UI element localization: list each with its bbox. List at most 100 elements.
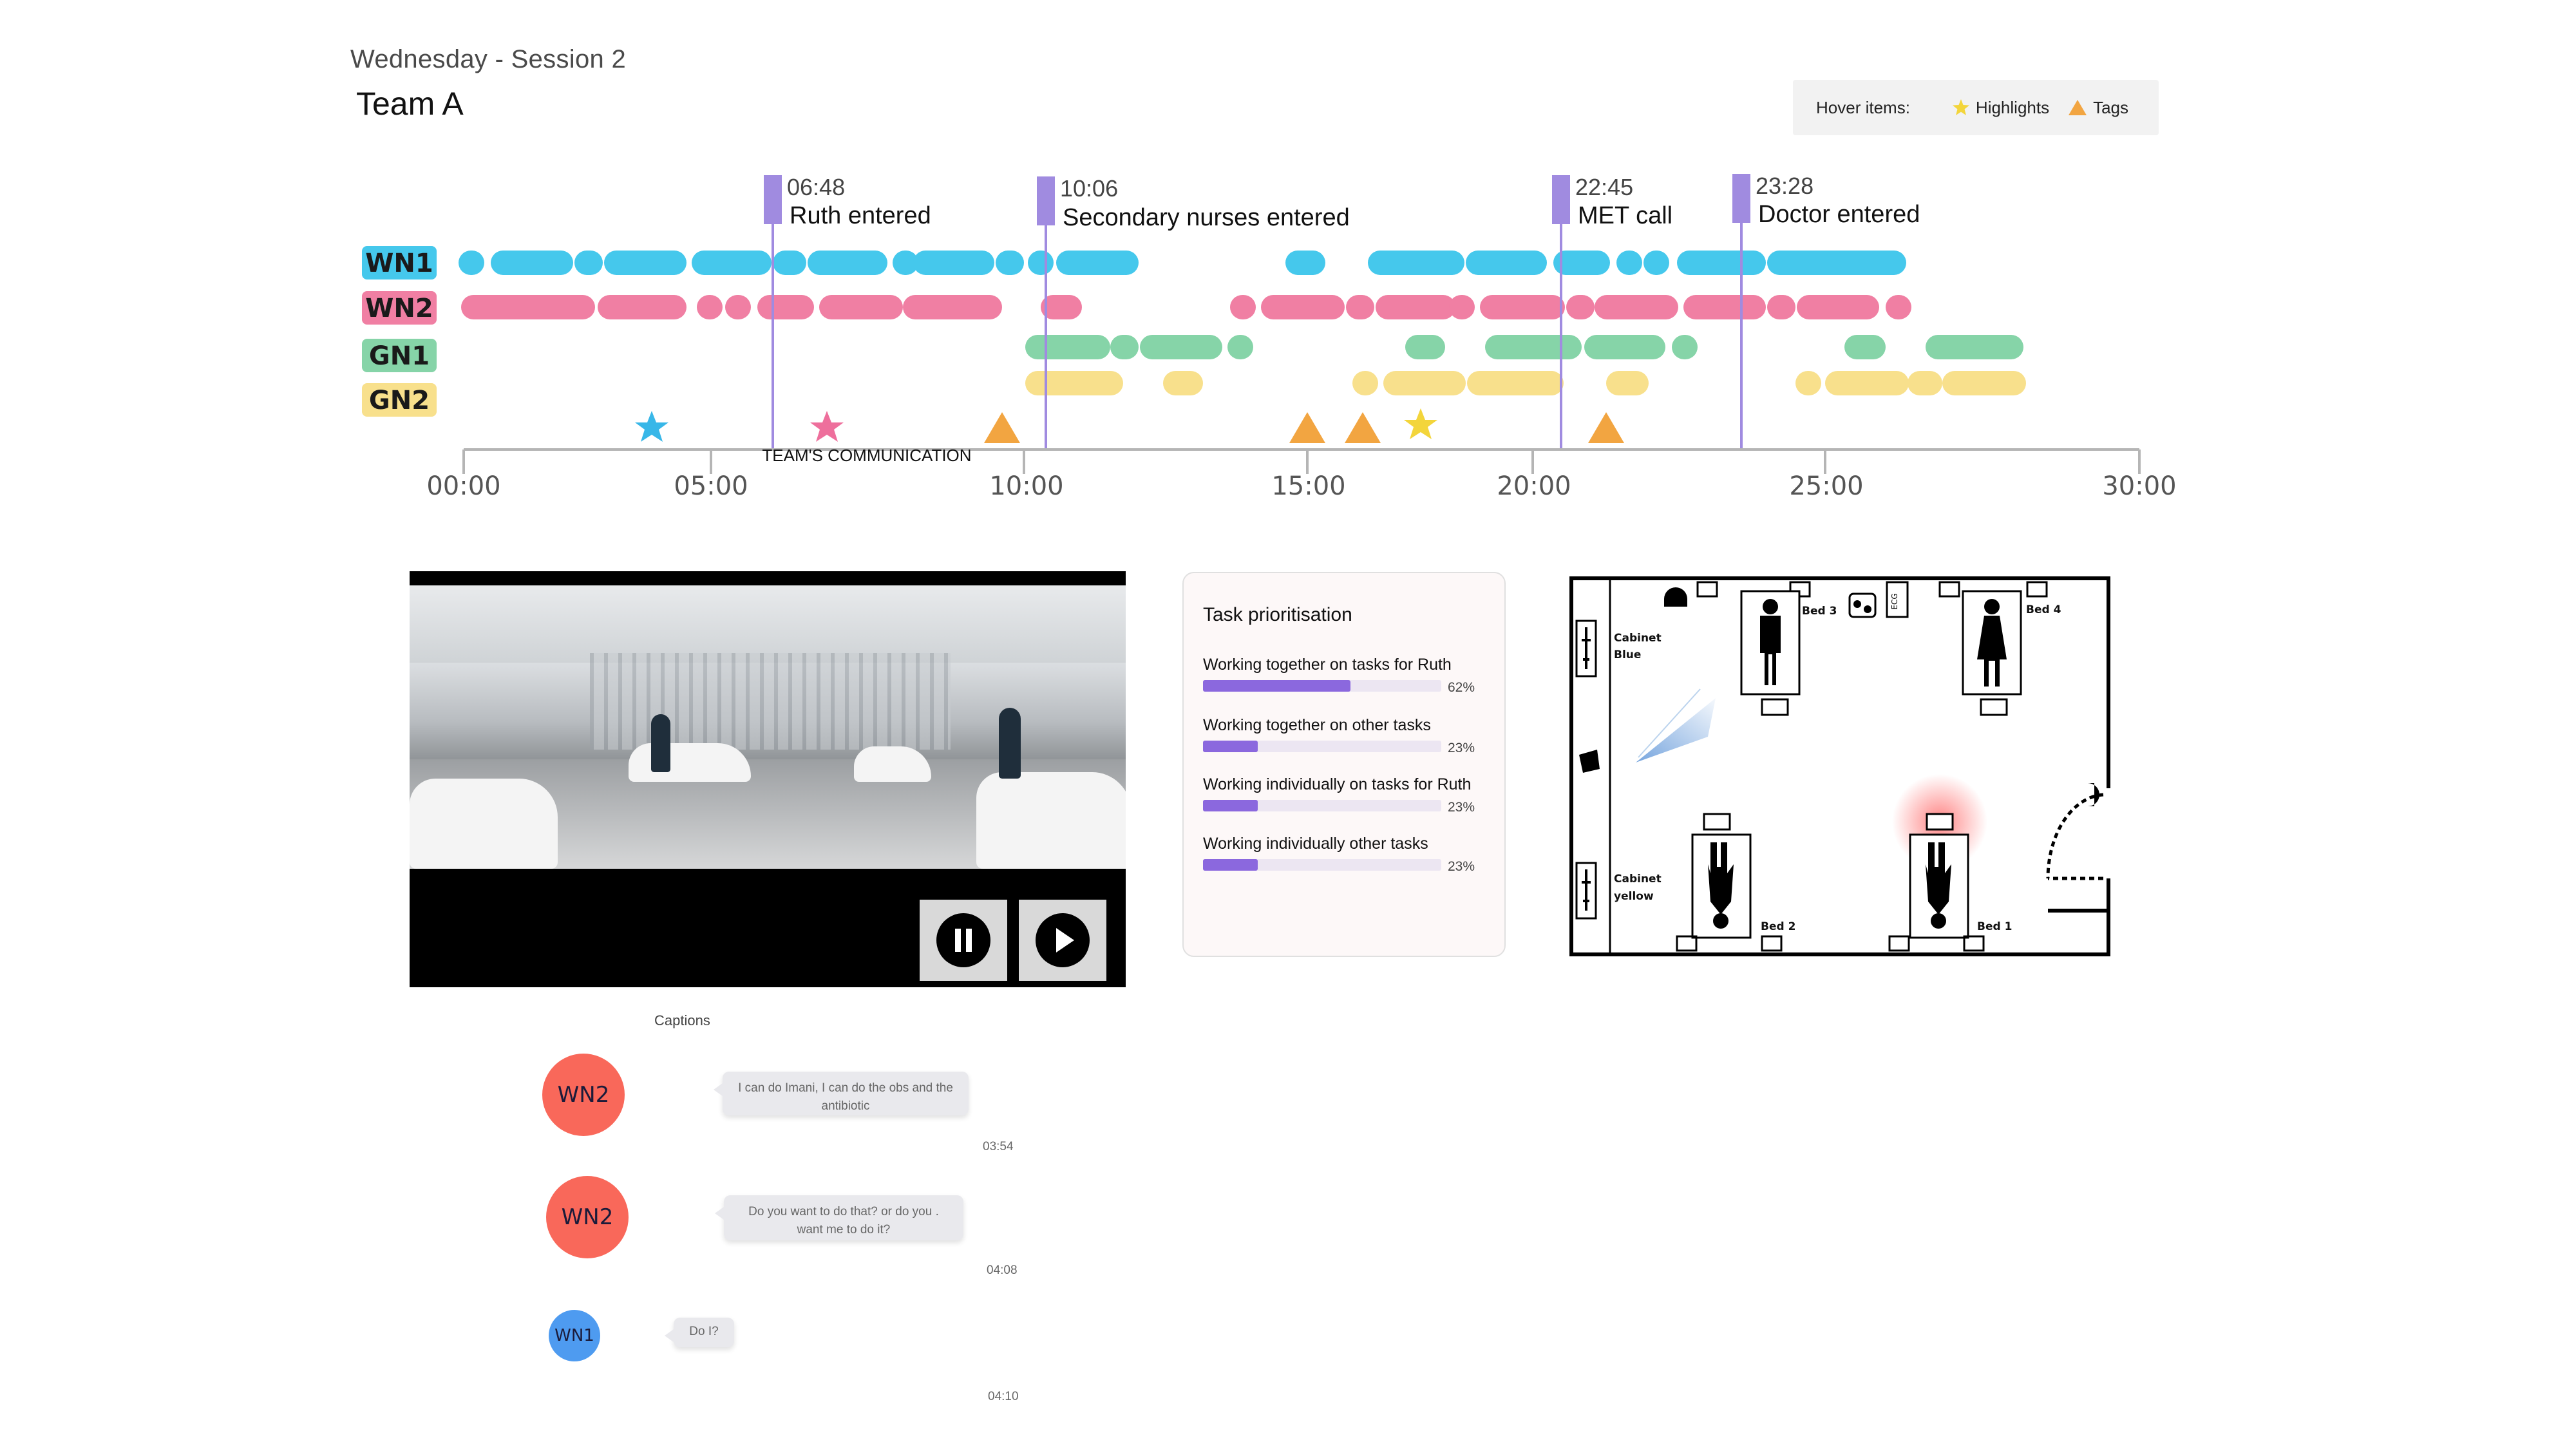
task-percent: 62%: [1448, 680, 1475, 695]
tag-triangle-icon[interactable]: [1345, 412, 1381, 443]
gn1-segment: [1672, 335, 1698, 359]
caption-bubble: Do I?: [665, 1318, 734, 1347]
cabinet-blue-label: Cabinet: [1614, 632, 1662, 645]
caption-timestamp: 03:54: [983, 1140, 1014, 1153]
gn2-segment: [1908, 371, 1942, 395]
wn2-segment: [1683, 295, 1766, 319]
gn1-segment: [1025, 335, 1110, 359]
wn1-segment: [604, 251, 687, 275]
task-progress-bar: [1203, 680, 1441, 692]
wn1-segment: [1285, 251, 1325, 275]
wn1-segment: [692, 251, 772, 275]
wn2-segment: [1449, 295, 1475, 319]
wn1-segment: [913, 251, 994, 275]
role-badge-gn1: GN1: [362, 339, 437, 372]
card-title: Task prioritisation: [1203, 604, 1352, 625]
communication-timeline: WN1 WN2 GN1 GN2 06:48 Ruth entered 10:06…: [362, 173, 2177, 501]
task-prioritisation-card: Task prioritisation Working together on …: [1182, 572, 1506, 957]
highlight-star-icon[interactable]: [810, 411, 844, 442]
task-progress-fill: [1203, 680, 1351, 692]
event-time: 23:28: [1756, 173, 1814, 199]
wn2-segment: [1376, 295, 1455, 319]
task-item: Working together on tasks for Ruth 62%: [1203, 656, 1486, 695]
highlight-star-icon[interactable]: [1404, 408, 1437, 439]
gn2-segment: [1352, 371, 1378, 395]
tick-label: 15:00: [1271, 471, 1345, 501]
wn2-segment: [1480, 295, 1565, 319]
task-label: Working individually on tasks for Ruth: [1203, 775, 1472, 793]
role-label-gn2: GN2: [369, 386, 430, 415]
task-progress-fill: [1203, 741, 1258, 752]
wn1-segment: [773, 251, 806, 275]
tag-triangle-icon[interactable]: [1289, 412, 1325, 443]
gn2-segment: [1467, 371, 1564, 395]
task-progress-bar: [1203, 741, 1441, 752]
wn2-segment: [697, 295, 723, 319]
wn1-segment: [574, 251, 603, 275]
task-percent: 23%: [1448, 800, 1475, 815]
role-badge-wn1: WN1: [362, 246, 437, 279]
bed-1-label: Bed 1: [1977, 920, 2012, 933]
wn2-segment: [1767, 295, 1795, 319]
bed-4-label: Bed 4: [2026, 603, 2061, 616]
wn1-segment: [1466, 251, 1547, 275]
ecg-label: ECG: [1890, 593, 1899, 609]
wn2-segment: [1261, 295, 1345, 319]
wn1-segment: [1767, 251, 1906, 275]
speaker-avatar: WN2: [542, 1054, 625, 1136]
wn1-segment: [491, 251, 573, 275]
wn1-segment: [459, 251, 484, 275]
tag-triangle-icon[interactable]: [984, 412, 1020, 443]
wn1-segment: [1368, 251, 1464, 275]
video-frame: [410, 585, 1126, 869]
play-button[interactable]: [1019, 900, 1106, 981]
task-progress-fill: [1203, 859, 1258, 871]
gn2-segment: [1942, 371, 2026, 395]
pause-icon: [936, 913, 990, 967]
gn1-segment: [1926, 335, 2023, 359]
axis-caption: TEAM'S COMMUNICATION: [762, 446, 971, 465]
wn2-segment: [903, 295, 1002, 319]
tick-label: 30:00: [2102, 471, 2176, 501]
highlight-star-icon[interactable]: [635, 411, 668, 442]
wn2-segment: [725, 295, 751, 319]
task-percent: 23%: [1448, 741, 1475, 755]
wn1-segment: [1616, 251, 1642, 275]
caption-timestamp: 04:08: [987, 1264, 1018, 1277]
task-progress-bar: [1203, 859, 1441, 871]
gn1-segment: [1485, 335, 1582, 359]
wn2-segment: [1886, 295, 1911, 319]
tick-label: 05:00: [674, 471, 748, 501]
cabinet-yellow-sub: yellow: [1614, 890, 1654, 903]
speaker-avatar: WN2: [546, 1176, 629, 1258]
role-label-gn1: GN1: [369, 341, 430, 371]
gn2-segment: [1383, 371, 1466, 395]
task-item: Working individually other tasks 23%: [1203, 835, 1486, 874]
tick-label: 10:00: [989, 471, 1063, 501]
pause-button[interactable]: [920, 900, 1007, 981]
wn1-segment: [1113, 251, 1139, 275]
gn1-segment: [1140, 335, 1222, 359]
speaker-label: WN2: [557, 1082, 610, 1108]
gn2-speech-track: [1025, 371, 2026, 395]
wn2-segment: [819, 295, 903, 319]
video-player[interactable]: [410, 571, 1126, 987]
gn1-segment: [1227, 335, 1253, 359]
wn2-segment: [757, 295, 814, 319]
role-badge-gn2: GN2: [362, 383, 437, 417]
caption-bubble: Do you want to do that? or do you . want…: [715, 1195, 963, 1240]
cabinet-blue-sub: Blue: [1614, 649, 1641, 661]
task-item: Working individually on tasks for Ruth 2…: [1203, 775, 1486, 815]
wn1-segment: [996, 251, 1024, 275]
event-time: 06:48: [787, 174, 845, 200]
wn2-segment: [1566, 295, 1595, 319]
wn2-segment: [1230, 295, 1256, 319]
task-item: Working together on other tasks 23%: [1203, 716, 1486, 755]
tag-triangle-icon[interactable]: [1588, 412, 1624, 443]
role-label-wn2: WN2: [365, 294, 433, 323]
ward-floor-plan: Cabinet Blue Cabinet yellow ECG Bed 3 Be…: [1569, 576, 2111, 956]
wn2-segment: [1797, 295, 1879, 319]
gn1-segment: [1110, 335, 1139, 359]
wn1-segment: [1677, 251, 1766, 275]
gn1-speech-track: [1025, 335, 2023, 359]
